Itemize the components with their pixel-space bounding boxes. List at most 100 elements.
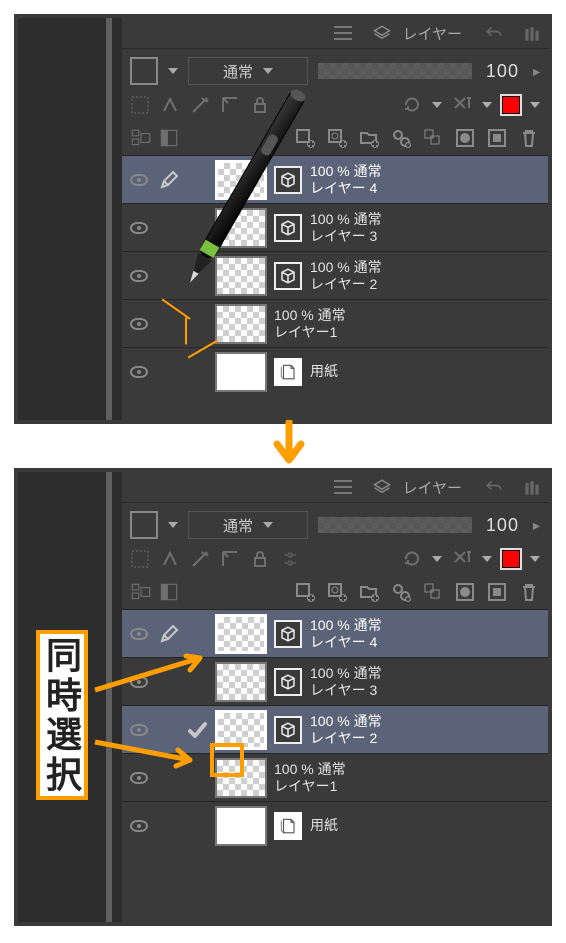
foreground-color[interactable] [502, 96, 520, 114]
layer-thumbnail[interactable] [215, 614, 267, 654]
bound-icon[interactable] [160, 95, 180, 115]
undo-icon[interactable] [484, 478, 504, 496]
palette-icon[interactable] [130, 127, 152, 149]
tool-icon[interactable] [130, 95, 150, 115]
bound-icon[interactable] [160, 549, 180, 569]
layer-name: レイヤー1 [274, 324, 346, 341]
eye-icon [130, 628, 148, 640]
eye-icon [130, 270, 148, 282]
chevron-right-icon[interactable]: ▸ [533, 517, 540, 534]
blend-mode-select[interactable]: 通常 [188, 57, 308, 85]
delete-layer-icon[interactable] [518, 127, 540, 149]
new-folder-icon[interactable] [358, 127, 380, 149]
thumb-toggle-icon[interactable] [158, 127, 180, 149]
layer-thumbnail[interactable] [215, 304, 267, 344]
chevron-right-icon[interactable]: ▸ [533, 63, 540, 80]
settings-icon[interactable] [280, 549, 300, 569]
layer-name: レイヤー 3 [310, 228, 382, 245]
layer-name: レイヤー1 [274, 778, 346, 795]
chevron-down-icon[interactable] [530, 556, 540, 562]
layer-row[interactable]: 100 % 通常レイヤー 4 [122, 155, 548, 203]
visibility-toggle[interactable] [122, 222, 156, 234]
panel-title: レイヤー [402, 477, 462, 498]
lock-icon[interactable] [250, 549, 270, 569]
eye-icon [130, 820, 148, 832]
mask-icon[interactable] [454, 127, 476, 149]
layer-opacity-label: 100 % 通常 [310, 259, 382, 276]
visibility-toggle[interactable] [122, 318, 156, 330]
layer-tools-row [122, 89, 548, 121]
ruler-icon[interactable] [220, 95, 240, 115]
new-layer-icon[interactable] [294, 127, 316, 149]
fx-icon[interactable] [452, 95, 472, 115]
transfer-icon[interactable] [390, 581, 412, 603]
chevron-down-icon[interactable] [530, 102, 540, 108]
layer-color-swatch[interactable] [130, 511, 158, 539]
tool-icon[interactable] [130, 549, 150, 569]
eye-icon [130, 772, 148, 784]
visibility-toggle[interactable] [122, 820, 156, 832]
fx-icon[interactable] [452, 549, 472, 569]
wand-icon[interactable] [190, 95, 210, 115]
visibility-toggle[interactable] [122, 270, 156, 282]
layer-row[interactable]: 用紙 [122, 801, 548, 849]
visibility-toggle[interactable] [122, 772, 156, 784]
blend-mode-select[interactable]: 通常 [188, 511, 308, 539]
chevron-down-icon[interactable] [168, 522, 178, 528]
apply-mask-icon[interactable] [486, 127, 508, 149]
mask-icon[interactable] [454, 581, 476, 603]
refresh-icon[interactable] [402, 549, 422, 569]
layer-name: レイヤー 4 [310, 180, 382, 197]
ruler-icon[interactable] [220, 549, 240, 569]
layer-thumbnail[interactable] [215, 352, 267, 392]
paper-icon [274, 812, 302, 840]
layer-thumbnail[interactable] [215, 662, 267, 702]
pencil-icon [159, 170, 179, 190]
eye-icon [130, 174, 148, 186]
chevron-down-icon[interactable] [432, 102, 442, 108]
new-vector-layer-icon[interactable] [326, 127, 348, 149]
layer-row[interactable]: 用紙 [122, 347, 548, 395]
action-icon[interactable] [522, 478, 542, 496]
layer-color-swatch[interactable] [130, 57, 158, 85]
undo-icon[interactable] [484, 24, 504, 42]
layer-thumbnail[interactable] [215, 256, 267, 296]
arrow-down-annotation [269, 420, 309, 481]
delete-layer-icon[interactable] [518, 581, 540, 603]
merge-icon[interactable] [422, 127, 444, 149]
action-icon[interactable] [522, 24, 542, 42]
layer-name: 用紙 [310, 363, 338, 380]
panel-header: レイヤー [122, 472, 548, 502]
foreground-color[interactable] [502, 550, 520, 568]
transfer-icon[interactable] [390, 127, 412, 149]
annotation-highlight [210, 743, 244, 777]
lock-icon[interactable] [250, 95, 270, 115]
panel-header: レイヤー [122, 18, 548, 48]
refresh-icon[interactable] [402, 95, 422, 115]
apply-mask-icon[interactable] [486, 581, 508, 603]
visibility-toggle[interactable] [122, 628, 156, 640]
thumb-toggle-icon[interactable] [158, 581, 180, 603]
settings-icon[interactable] [280, 95, 300, 115]
visibility-toggle[interactable] [122, 174, 156, 186]
menu-icon[interactable] [334, 26, 352, 40]
chevron-down-icon[interactable] [432, 556, 442, 562]
new-layer-icon[interactable] [294, 581, 316, 603]
new-vector-layer-icon[interactable] [326, 581, 348, 603]
chevron-down-icon[interactable] [168, 68, 178, 74]
palette-icon[interactable] [130, 581, 152, 603]
visibility-toggle[interactable] [122, 366, 156, 378]
layer-thumbnail[interactable] [215, 160, 267, 200]
paper-icon [274, 358, 302, 386]
menu-icon[interactable] [334, 480, 352, 494]
chevron-down-icon[interactable] [482, 556, 492, 562]
layer-thumbnail[interactable] [215, 208, 267, 248]
wand-icon[interactable] [190, 549, 210, 569]
opacity-slider[interactable] [318, 63, 472, 79]
merge-icon[interactable] [422, 581, 444, 603]
opacity-slider[interactable] [318, 517, 472, 533]
chevron-down-icon[interactable] [482, 102, 492, 108]
layer-thumbnail[interactable] [215, 806, 267, 846]
layer-row[interactable]: 100 % 通常レイヤー 3 [122, 203, 548, 251]
new-folder-icon[interactable] [358, 581, 380, 603]
